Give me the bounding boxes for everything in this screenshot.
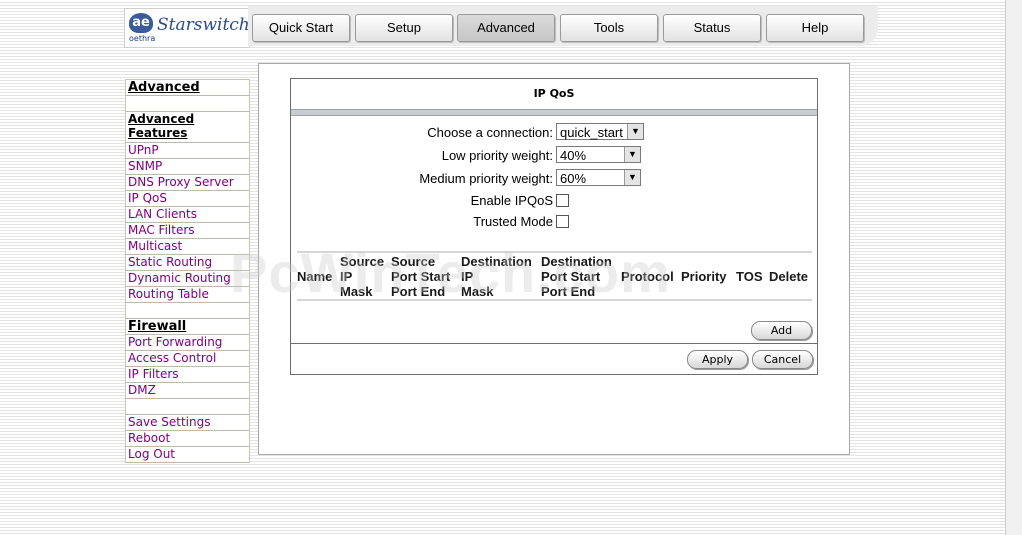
- sidebar-item-reboot[interactable]: Reboot: [125, 431, 250, 447]
- cancel-button[interactable]: Cancel: [752, 350, 813, 369]
- sidebar: Advanced Advanced Features UPnP SNMP DNS…: [125, 79, 250, 463]
- trusted-mode-label: Trusted Mode: [473, 214, 553, 229]
- sidebar-item-dns-proxy[interactable]: DNS Proxy Server: [125, 175, 250, 191]
- window-scrollbar-edge: [1005, 0, 1022, 535]
- col-tos: TOS: [736, 269, 763, 284]
- sidebar-item-lan-clients[interactable]: LAN Clients: [125, 207, 250, 223]
- medium-weight-select[interactable]: 60% ▼: [556, 169, 641, 186]
- apply-button[interactable]: Apply: [687, 350, 748, 369]
- sidebar-section-firewall: Firewall: [125, 319, 250, 335]
- low-weight-label: Low priority weight:: [441, 148, 553, 163]
- brand-logo: ae oethra Starswitch: [124, 8, 250, 48]
- ip-qos-box: IP QoS Choose a connection: quick_start …: [290, 78, 818, 375]
- top-nav: Quick Start Setup Advanced Tools Status …: [248, 6, 878, 46]
- sidebar-item-upnp[interactable]: UPnP: [125, 143, 250, 159]
- medium-weight-value: 60%: [560, 171, 587, 186]
- footer-divider: [291, 343, 817, 344]
- sidebar-item-routing-table[interactable]: Routing Table: [125, 287, 250, 303]
- col-priority: Priority: [681, 269, 727, 284]
- trusted-mode-checkbox[interactable]: [556, 215, 569, 228]
- enable-ipqos-label: Enable IPQoS: [470, 193, 553, 208]
- sidebar-item-snmp[interactable]: SNMP: [125, 159, 250, 175]
- low-weight-row: Low priority weight: 40% ▼: [291, 146, 817, 166]
- sidebar-item-dynamic-routing[interactable]: Dynamic Routing: [125, 271, 250, 287]
- col-protocol: Protocol: [621, 269, 674, 284]
- tab-quick-start[interactable]: Quick Start: [252, 14, 350, 42]
- col-delete: Delete: [769, 269, 809, 284]
- main-panel: IP QoS Choose a connection: quick_start …: [258, 63, 850, 455]
- table-bottom-line: [297, 299, 812, 301]
- sidebar-title: Advanced: [125, 79, 250, 96]
- chevron-down-icon: ▼: [627, 124, 643, 139]
- chevron-down-icon: ▼: [624, 147, 640, 162]
- connection-row: Choose a connection: quick_start ▼: [291, 123, 817, 143]
- logo-company: oethra: [129, 34, 156, 43]
- low-weight-select[interactable]: 40% ▼: [556, 146, 641, 163]
- page-title: IP QoS: [533, 87, 575, 100]
- tab-tools[interactable]: Tools: [560, 14, 658, 42]
- sidebar-item-port-forwarding[interactable]: Port Forwarding: [125, 335, 250, 351]
- tab-setup[interactable]: Setup: [355, 14, 453, 42]
- connection-select[interactable]: quick_start ▼: [556, 123, 644, 140]
- sidebar-item-ip-filters[interactable]: IP Filters: [125, 367, 250, 383]
- sidebar-item-dmz[interactable]: DMZ: [125, 383, 250, 399]
- sidebar-item-access-control[interactable]: Access Control: [125, 351, 250, 367]
- title-divider: [291, 109, 817, 116]
- table-top-line: [297, 251, 812, 253]
- col-destination-ip: Destination IP Mask: [461, 254, 532, 299]
- sidebar-section-features: Advanced Features: [125, 112, 250, 143]
- sidebar-spacer: [125, 303, 250, 319]
- logo-mark: ae: [129, 13, 153, 33]
- medium-weight-row: Medium priority weight: 60% ▼: [291, 169, 817, 189]
- tab-help[interactable]: Help: [766, 14, 864, 42]
- enable-ipqos-checkbox[interactable]: [556, 194, 569, 207]
- add-button[interactable]: Add: [751, 321, 812, 340]
- sidebar-spacer: [125, 96, 250, 112]
- connection-label: Choose a connection:: [427, 125, 553, 140]
- connection-select-value: quick_start: [560, 125, 623, 140]
- chevron-down-icon: ▼: [624, 170, 640, 185]
- trusted-mode-row: Trusted Mode: [291, 212, 817, 232]
- col-source-port: Source Port Start Port End: [391, 254, 451, 299]
- logo-product: Starswitch: [157, 15, 250, 35]
- sidebar-item-multicast[interactable]: Multicast: [125, 239, 250, 255]
- medium-weight-label: Medium priority weight:: [419, 171, 553, 186]
- col-source-ip: Source IP Mask: [340, 254, 385, 299]
- sidebar-item-ip-qos[interactable]: IP QoS: [125, 191, 250, 207]
- sidebar-item-log-out[interactable]: Log Out: [125, 447, 250, 463]
- sidebar-item-mac-filters[interactable]: MAC Filters: [125, 223, 250, 239]
- col-destination-port: Destination Port Start Port End: [541, 254, 612, 299]
- enable-ipqos-row: Enable IPQoS: [291, 191, 817, 211]
- sidebar-spacer: [125, 399, 250, 415]
- sidebar-item-static-routing[interactable]: Static Routing: [125, 255, 250, 271]
- tab-advanced[interactable]: Advanced: [457, 14, 555, 42]
- sidebar-item-save-settings[interactable]: Save Settings: [125, 415, 250, 431]
- col-name: Name: [297, 269, 333, 284]
- tab-status[interactable]: Status: [663, 14, 761, 42]
- low-weight-value: 40%: [560, 148, 587, 163]
